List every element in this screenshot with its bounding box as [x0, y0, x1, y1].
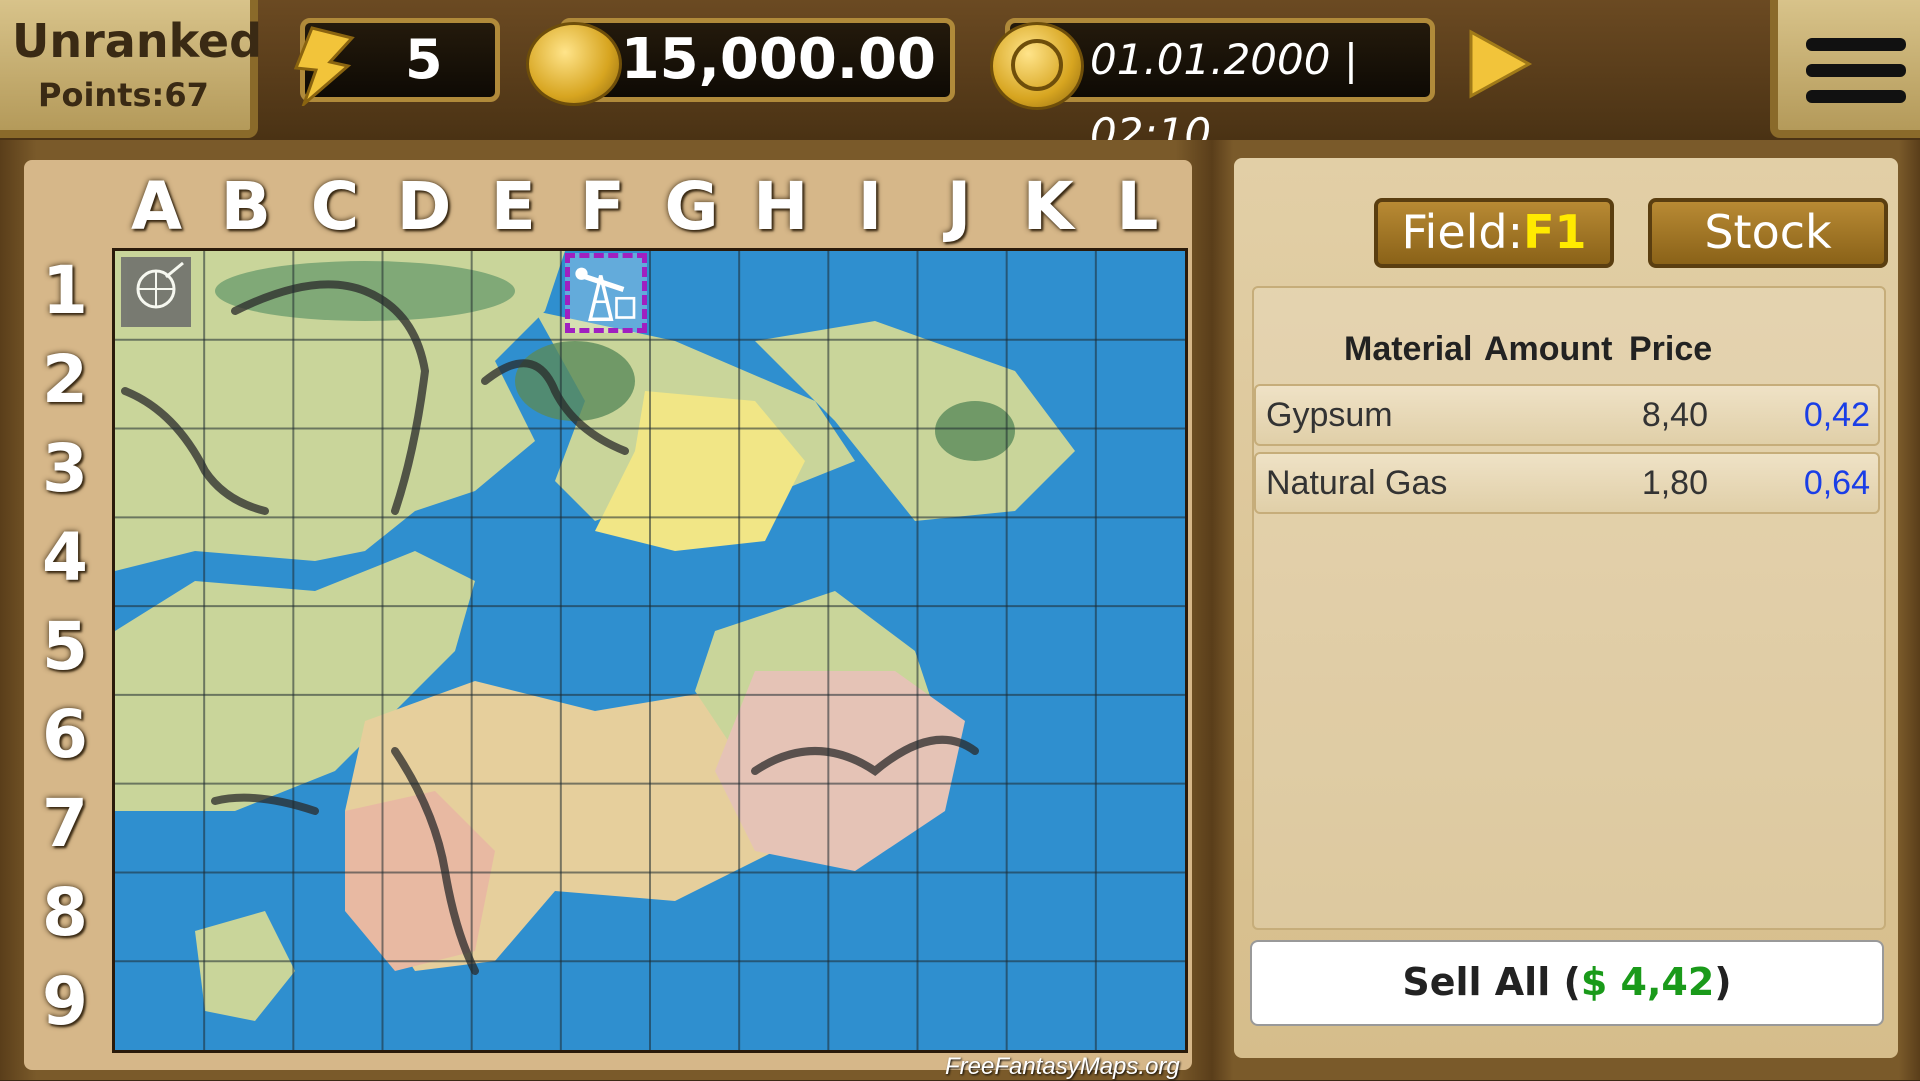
lightning-bolt-icon	[293, 26, 355, 106]
column-label-d: D	[396, 168, 452, 245]
cell-material: Natural Gas	[1266, 464, 1448, 502]
column-label-c: C	[310, 168, 360, 245]
field-value: F1	[1523, 205, 1587, 259]
column-label-i: I	[857, 168, 883, 245]
oil-rig-icon	[575, 267, 636, 321]
row-label-9: 9	[42, 962, 88, 1040]
sell-all-button[interactable]: Sell All ($ 4,42)	[1250, 940, 1884, 1026]
coin-icon	[526, 22, 622, 106]
cell-amount: 1,80	[1641, 464, 1708, 502]
menu-panel	[1770, 0, 1920, 138]
money-value: 15,000.00	[620, 27, 936, 92]
cell-amount: 8,40	[1641, 396, 1708, 434]
row-label-8: 8	[42, 873, 88, 951]
menu-icon[interactable]	[1806, 38, 1906, 118]
cell-price: 0,42	[1803, 396, 1870, 434]
table-row[interactable]: Natural Gas 1,80 0,64	[1254, 452, 1880, 514]
column-label-a: A	[131, 168, 183, 245]
sell-suffix: )	[1714, 960, 1732, 1004]
column-label-f: F	[579, 168, 625, 245]
row-label-3: 3	[42, 429, 88, 507]
row-label-1: 1	[42, 252, 88, 330]
column-label-j: J	[946, 168, 972, 245]
map-grid	[115, 251, 1185, 1050]
tab-field[interactable]: Field:F1	[1374, 198, 1614, 268]
header-price: Price	[1629, 330, 1713, 368]
table-row[interactable]: Gypsum 8,40 0,42	[1254, 384, 1880, 446]
cell-material: Gypsum	[1266, 396, 1393, 434]
clock-icon	[990, 22, 1084, 110]
side-panel-frame: Field:F1 Stock Material Amount Price Gyp…	[1212, 140, 1920, 1080]
row-label-2: 2	[42, 341, 88, 419]
points-label: Points:67	[38, 76, 209, 114]
energy-value: 5	[405, 28, 443, 91]
column-label-h: H	[753, 168, 809, 245]
column-label-e: E	[490, 168, 536, 245]
header-material: Material	[1344, 330, 1473, 368]
sell-prefix: Sell All (	[1402, 960, 1581, 1004]
stock-table: Material Amount Price Gypsum 8,40 0,42 N…	[1252, 286, 1886, 930]
map-credit: FreeFantasyMaps.org	[945, 1053, 1180, 1080]
observatory-icon[interactable]	[121, 257, 191, 327]
column-label-l: L	[1116, 168, 1159, 245]
cell-price: 0,64	[1803, 464, 1870, 502]
top-bar: Unranked Points:67 5 15,000.00 01.01.200…	[0, 0, 1920, 158]
field-prefix: Field:	[1401, 205, 1524, 259]
column-label-k: K	[1022, 168, 1074, 245]
side-panel: Field:F1 Stock Material Amount Price Gyp…	[1234, 158, 1898, 1058]
row-label-6: 6	[42, 696, 88, 774]
date-time-value: 01.01.2000 | 02:10	[1090, 35, 1358, 158]
row-label-5: 5	[42, 607, 88, 685]
rank-label: Unranked	[12, 14, 263, 68]
selected-field-oil-rig[interactable]	[565, 253, 647, 333]
sell-amount: $ 4,42	[1580, 960, 1715, 1004]
rank-panel: Unranked Points:67	[0, 0, 262, 138]
row-label-7: 7	[42, 785, 88, 863]
play-button[interactable]	[1465, 28, 1535, 100]
row-label-4: 4	[42, 518, 88, 596]
tab-stock[interactable]: Stock	[1648, 198, 1888, 268]
column-label-b: B	[220, 168, 271, 245]
column-label-g: G	[664, 168, 719, 245]
header-amount: Amount	[1484, 330, 1613, 368]
world-map[interactable]	[112, 248, 1188, 1053]
